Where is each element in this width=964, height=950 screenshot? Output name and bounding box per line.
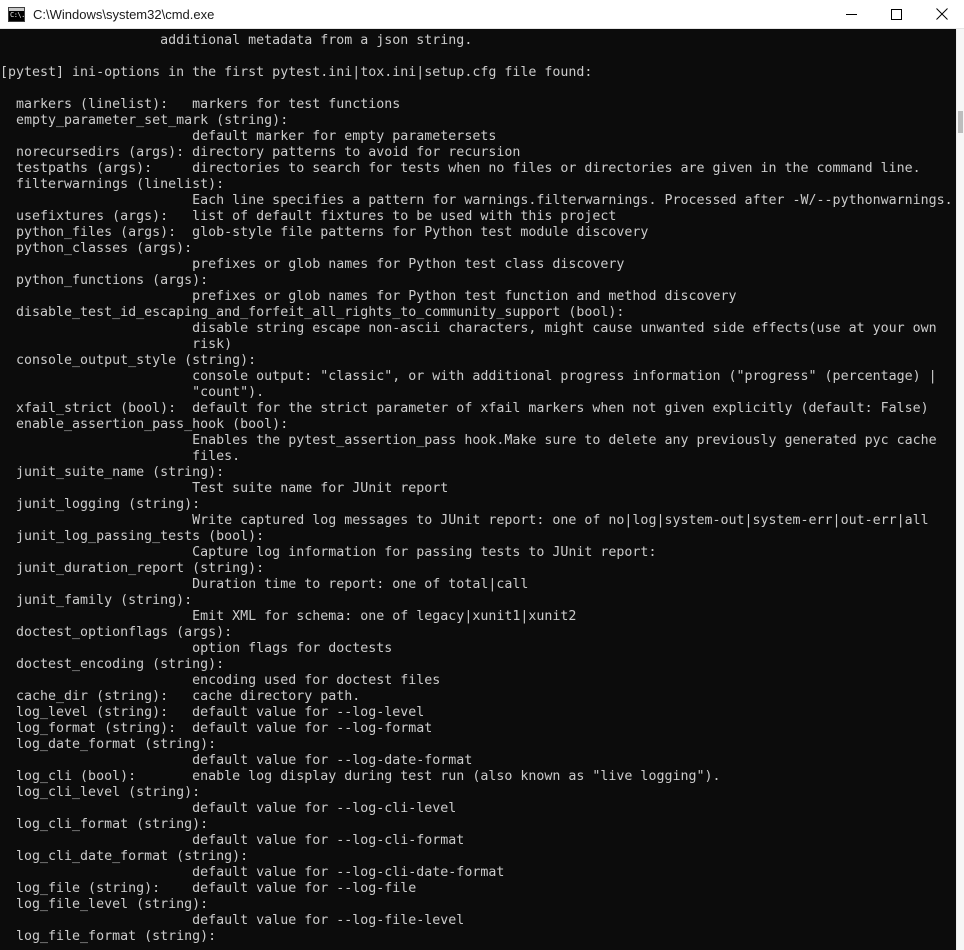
close-button[interactable] xyxy=(919,0,964,28)
scrollbar-thumb[interactable] xyxy=(958,111,963,133)
title-bar[interactable]: C:\. C:\Windows\system32\cmd.exe xyxy=(0,0,964,29)
console-icon-glyph: C:\. xyxy=(10,10,25,19)
close-icon xyxy=(935,8,948,20)
maximize-button[interactable] xyxy=(874,0,919,28)
window-title: C:\Windows\system32\cmd.exe xyxy=(33,6,215,22)
maximize-icon xyxy=(891,8,902,20)
cmd-window: C:\. C:\Windows\system32\cmd.exe additio… xyxy=(0,0,964,950)
console-icon: C:\. xyxy=(8,6,25,22)
title-bar-left: C:\. C:\Windows\system32\cmd.exe xyxy=(0,6,215,22)
console-output-area[interactable]: additional metadata from a json string. … xyxy=(0,29,964,950)
window-controls xyxy=(829,0,964,28)
vertical-scrollbar[interactable] xyxy=(956,29,964,950)
console-output-text: additional metadata from a json string. … xyxy=(0,33,953,944)
minimize-button[interactable] xyxy=(829,0,874,28)
minimize-icon xyxy=(846,13,857,15)
